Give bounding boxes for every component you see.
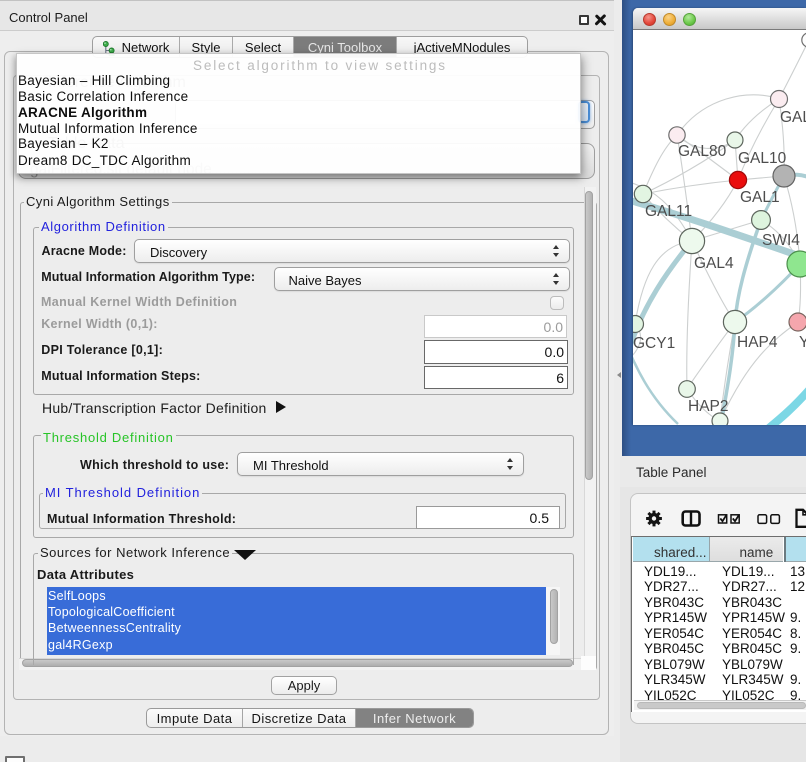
svg-text:GAL10: GAL10 [738, 150, 787, 167]
svg-text:GCY1: GCY1 [633, 335, 675, 352]
svg-text:HAP4: HAP4 [737, 334, 778, 351]
svg-text:GAL80: GAL80 [678, 143, 727, 160]
svg-text:GAL11: GAL11 [645, 203, 692, 220]
svg-text:YE: YE [799, 334, 806, 351]
svg-text:SWI4: SWI4 [762, 232, 800, 249]
svg-text:GAL4: GAL4 [694, 255, 734, 272]
svg-text:GAL7: GAL7 [780, 109, 806, 126]
svg-text:GAL1: GAL1 [740, 189, 780, 206]
svg-text:HAP2: HAP2 [688, 398, 729, 415]
